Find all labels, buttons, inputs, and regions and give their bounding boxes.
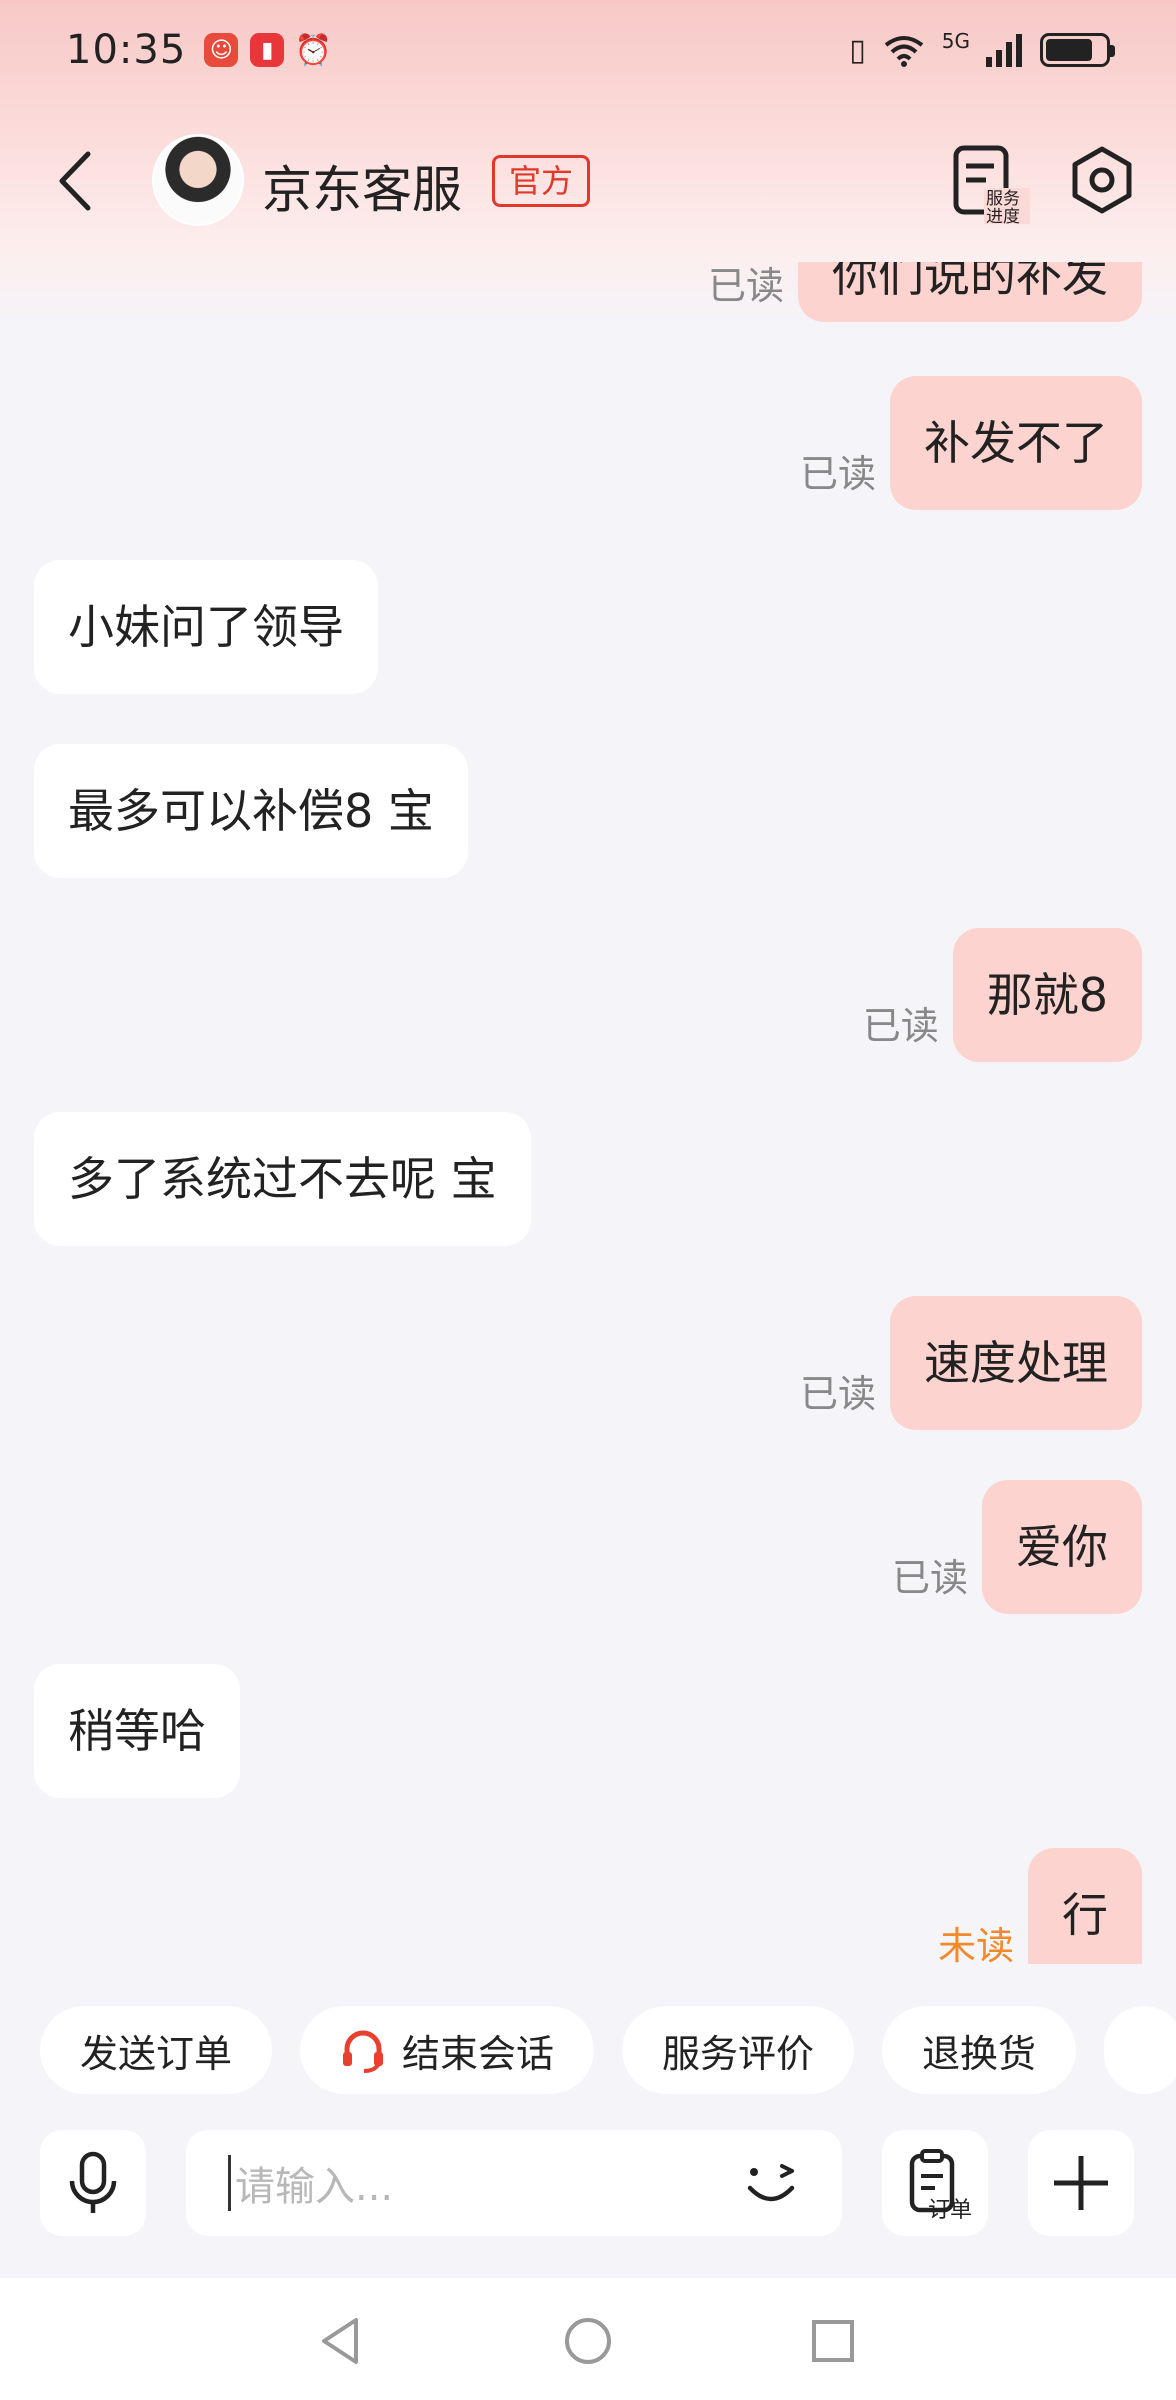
message-incoming: 多了系统过不去呢 宝 — [34, 1112, 531, 1246]
message-bubble[interactable]: 稍等哈 — [34, 1664, 240, 1798]
message-bubble[interactable]: 小妹问了领导 — [34, 560, 378, 694]
message-bubble[interactable]: 速度处理 — [890, 1296, 1142, 1430]
service-rating-button[interactable]: 服务评价 — [622, 2006, 855, 2094]
input-bar: 请输入... 订单 — [0, 2130, 1176, 2236]
return-exchange-button[interactable]: 退换货 — [882, 2006, 1077, 2094]
read-status: 已读 — [799, 1372, 876, 1416]
clown-app-icon: ☺ — [204, 33, 239, 67]
message-bubble[interactable]: 补发不了 — [890, 376, 1142, 510]
signal-icon — [986, 34, 1022, 67]
read-status: 已读 — [862, 1004, 939, 1048]
message-outgoing: 已读 补发不了 — [800, 376, 1142, 510]
message-bubble[interactable]: 那就8 — [952, 928, 1142, 1062]
red-book-app-icon: ▮ — [250, 33, 285, 67]
message-incoming: 最多可以补偿8 宝 — [34, 744, 468, 878]
agent-avatar[interactable] — [152, 134, 244, 226]
unread-status: 未读 — [937, 1924, 1014, 1964]
message-bubble[interactable]: 爱你 — [982, 1480, 1142, 1614]
chip-label: 退换货 — [922, 2031, 1037, 2076]
order-label: 订单 — [928, 2198, 973, 2223]
order-button[interactable]: 订单 — [882, 2130, 988, 2236]
svg-text:服务: 服务 — [986, 189, 1020, 209]
status-app-icons: ☺ ▮ ⏰ — [204, 32, 332, 68]
end-session-button[interactable]: 结束会话 — [300, 2006, 595, 2094]
settings-icon[interactable] — [1068, 146, 1136, 214]
message-outgoing: 已读 你们说的补发 — [708, 262, 1142, 322]
text-caret — [228, 2155, 231, 2211]
message-bubble[interactable]: 最多可以补偿8 宝 — [34, 744, 468, 878]
microphone-icon — [69, 2151, 117, 2213]
message-outgoing: 已读 那就8 — [863, 928, 1142, 1062]
svg-text:进度: 进度 — [986, 207, 1020, 224]
message-bubble[interactable]: 多了系统过不去呢 宝 — [34, 1112, 531, 1246]
status-indicators: ▯ 5G — [849, 29, 1115, 71]
wifi-icon — [884, 36, 923, 67]
plus-icon — [1054, 2156, 1108, 2210]
official-badge: 官方 — [492, 155, 591, 207]
quick-actions-bar: 发送订单 结束会话 服务评价 退换货 — [0, 2000, 1176, 2100]
alarm-icon: ⏰ — [294, 32, 332, 68]
voice-button[interactable] — [40, 2130, 146, 2236]
message-bubble[interactable]: 你们说的补发 — [798, 262, 1142, 322]
headset-icon — [343, 2030, 384, 2073]
status-bar: 10:35 ☺ ▮ ⏰ ▯ 5G — [0, 0, 1176, 100]
more-chip[interactable] — [1104, 2006, 1176, 2094]
emoji-icon[interactable] — [738, 2150, 804, 2216]
chat-header: 京东客服 官方 服务 进度 — [0, 120, 1176, 240]
read-status: 已读 — [891, 1556, 968, 1600]
chip-label: 服务评价 — [662, 2031, 815, 2076]
nav-back-icon[interactable] — [314, 2314, 368, 2368]
more-options-button[interactable] — [1028, 2130, 1134, 2236]
page-title: 京东客服 — [262, 161, 462, 219]
send-order-button[interactable]: 发送订单 — [40, 2006, 273, 2094]
message-input[interactable]: 请输入... — [186, 2130, 842, 2236]
message-outgoing: 已读 爱你 — [892, 1480, 1142, 1614]
network-type: 5G — [941, 29, 970, 53]
nav-recents-icon[interactable] — [806, 2314, 860, 2368]
message-outgoing: 未读 行 — [938, 1848, 1142, 1964]
system-nav-bar — [0, 2278, 1176, 2400]
message-incoming: 小妹问了领导 — [34, 560, 378, 694]
message-incoming: 稍等哈 — [34, 1664, 240, 1798]
chat-list[interactable]: 已读 你们说的补发 已读 补发不了 小妹问了领导 最多可以补偿8 宝 已读 那就… — [0, 262, 1176, 1964]
read-status: 已读 — [799, 452, 876, 496]
service-progress-icon[interactable]: 服务 进度 — [950, 144, 1030, 224]
nav-home-icon[interactable] — [561, 2314, 615, 2368]
status-time: 10:35 — [66, 27, 187, 73]
read-status: 已读 — [707, 264, 784, 308]
chip-label: 发送订单 — [80, 2031, 233, 2076]
back-icon[interactable] — [48, 148, 108, 214]
message-bubble[interactable]: 行 — [1028, 1848, 1142, 1964]
message-outgoing: 已读 速度处理 — [800, 1296, 1142, 1430]
vibrate-icon: ▯ — [849, 32, 866, 68]
battery-icon — [1040, 33, 1115, 67]
input-placeholder: 请输入... — [235, 2164, 394, 2210]
chip-label: 结束会话 — [402, 2031, 555, 2076]
